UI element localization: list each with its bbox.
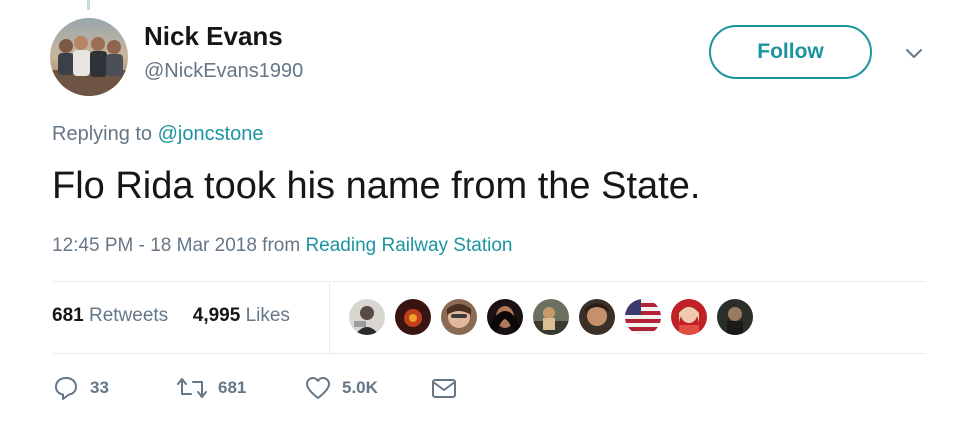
tweet-text: Flo Rida took his name from the State. bbox=[52, 165, 701, 207]
like-count: 5.0K bbox=[342, 378, 378, 397]
like-action[interactable]: 5.0K bbox=[304, 374, 378, 402]
reply-count: 33 bbox=[90, 378, 109, 397]
direct-message-action[interactable] bbox=[430, 374, 458, 402]
tweet-stats: 681 Retweets 4,995 Likes bbox=[52, 305, 290, 327]
envelope-icon bbox=[432, 379, 456, 398]
liker-avatar-2[interactable] bbox=[395, 299, 431, 335]
stats-divider bbox=[329, 282, 330, 354]
liker-avatar-4[interactable] bbox=[487, 299, 523, 335]
replying-to-user-link[interactable]: @joncstone bbox=[158, 123, 264, 145]
author-name[interactable]: Nick Evans bbox=[144, 21, 283, 52]
retweet-action[interactable]: 681 bbox=[176, 374, 246, 402]
retweets-stat[interactable]: 681 Retweets bbox=[52, 305, 168, 326]
likes-count: 4,995 bbox=[192, 305, 241, 326]
divider-top bbox=[52, 281, 926, 282]
heart-icon bbox=[306, 377, 330, 399]
chevron-down-icon[interactable] bbox=[900, 42, 928, 66]
retweets-label: Retweets bbox=[83, 305, 169, 326]
liker-avatar-1[interactable] bbox=[349, 299, 385, 335]
retweet-icon bbox=[177, 378, 207, 398]
replying-to: Replying to @joncstone bbox=[52, 123, 264, 146]
tweet-timestamp[interactable]: 12:45 PM - 18 Mar 2018 from bbox=[52, 235, 305, 256]
divider-bottom bbox=[52, 353, 926, 354]
liker-avatar-5[interactable] bbox=[533, 299, 569, 335]
follow-button[interactable]: Follow bbox=[709, 25, 872, 79]
author-avatar[interactable] bbox=[50, 18, 128, 96]
liker-avatar-7[interactable] bbox=[625, 299, 661, 335]
liker-avatar-3[interactable] bbox=[441, 299, 477, 335]
likes-stat[interactable]: 4,995 Likes bbox=[193, 305, 290, 326]
reply-action[interactable]: 33 bbox=[52, 374, 109, 402]
liker-avatar-6[interactable] bbox=[579, 299, 615, 335]
retweets-count: 681 bbox=[52, 305, 84, 326]
liker-avatar-8[interactable] bbox=[671, 299, 707, 335]
retweet-count: 681 bbox=[218, 378, 247, 397]
avatar-photo bbox=[50, 18, 128, 96]
thread-line bbox=[87, 0, 90, 10]
replying-to-prefix: Replying to bbox=[52, 123, 158, 145]
reply-icon bbox=[55, 377, 77, 400]
likes-label: Likes bbox=[240, 305, 290, 326]
author-handle[interactable]: @NickEvans1990 bbox=[144, 60, 303, 83]
tweet-meta: 12:45 PM - 18 Mar 2018 from Reading Rail… bbox=[52, 235, 512, 257]
tweet-location-link[interactable]: Reading Railway Station bbox=[305, 235, 512, 256]
liker-avatar-9[interactable] bbox=[717, 299, 753, 335]
